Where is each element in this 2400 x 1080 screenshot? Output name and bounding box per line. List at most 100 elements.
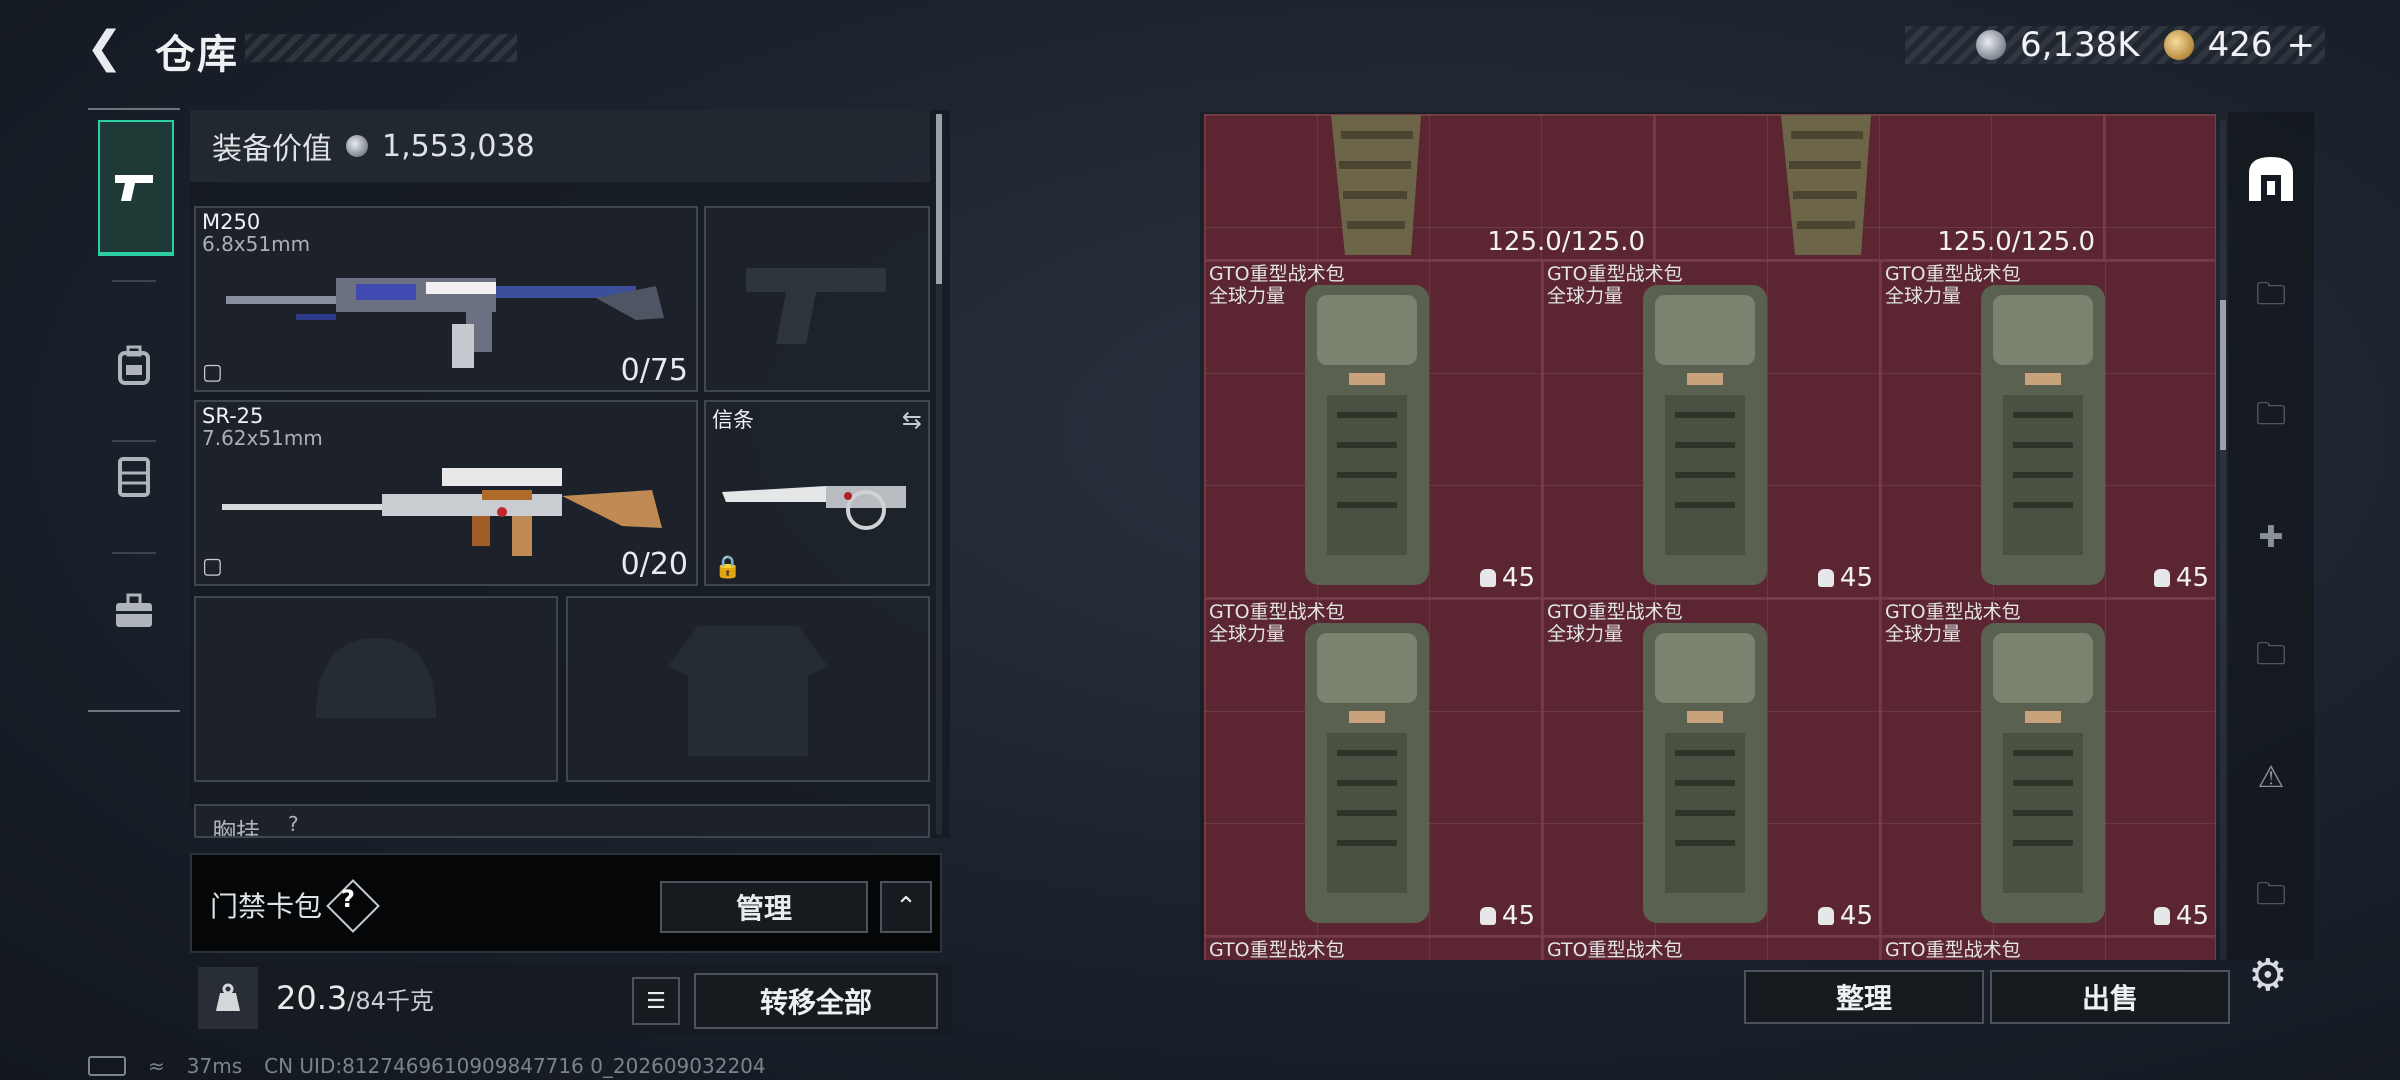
backpack-icon — [118, 345, 150, 385]
item-durability: 125.0/125.0 — [1487, 227, 1645, 257]
item-capacity: 45 — [1479, 901, 1535, 931]
capacity-icon — [1479, 907, 1496, 925]
tab-toolbox[interactable] — [98, 546, 170, 676]
storage-tabs: 🗀 🗀 ✚ 🗀 ⚠ 🗀 — [2228, 112, 2314, 960]
capacity-icon — [1817, 907, 1834, 925]
equipment-tabs — [88, 108, 180, 712]
equipment-value-bar: 装备价值 1,553,038 — [190, 110, 930, 182]
backpack-image — [1643, 623, 1767, 923]
m250-image — [226, 278, 664, 368]
gear-icon[interactable]: ⚙ — [2248, 952, 2296, 1000]
no-scope-icon: ▢ — [202, 554, 223, 579]
equipment-value: 1,553,038 — [382, 128, 535, 164]
storage-folder-iv-icon[interactable]: 🗀 — [2240, 270, 2302, 324]
sell-button[interactable]: 出售 — [1990, 970, 2230, 1024]
status-line: ≈ 37ms CN UID:8127469610909847716 0_2026… — [88, 1054, 766, 1078]
transfer-all-button[interactable]: 转移全部 — [694, 973, 938, 1029]
wifi-icon: ≈ — [148, 1054, 165, 1078]
page-title: 仓库 — [155, 32, 239, 78]
storage-item[interactable]: GTO重型战术包 全球力量 45 — [1204, 598, 1542, 936]
backpack-image — [1981, 623, 2105, 923]
keycard-bag-bar: 门禁卡包 ? 管理 ⌃ — [190, 853, 942, 953]
item-durability: 125.0/125.0 — [1937, 227, 2095, 257]
backpack-image — [1981, 285, 2105, 585]
weight-max: /84千克 — [347, 987, 434, 1015]
melee-slot[interactable]: 信条 ⇆ 🔒 — [704, 400, 930, 586]
silver-coin-icon — [1975, 30, 2006, 60]
ping: 37ms — [186, 1054, 243, 1078]
tab-weapons[interactable] — [98, 120, 174, 256]
item-capacity: 45 — [2153, 563, 2209, 593]
chevron-up-icon[interactable]: ⌃ — [880, 881, 932, 933]
uid: CN UID:8127469610909847716 0_20260903220… — [264, 1054, 766, 1078]
backpack-image — [1305, 623, 1429, 923]
storage-item[interactable]: GTO重型战术包 全球力量 45 — [1880, 260, 2216, 598]
pistol-icon — [115, 175, 153, 201]
storage-item-partial[interactable]: GTO重型战术包 — [1880, 936, 2216, 960]
item-capacity: 45 — [2153, 901, 2209, 931]
list-icon[interactable]: ☰ — [632, 977, 680, 1025]
tab-vest[interactable] — [98, 410, 170, 540]
keycard-bag-label: 门禁卡包 — [210, 890, 323, 923]
storage-folder-iv-icon[interactable]: 🗀 — [2240, 870, 2302, 924]
sidearm-slot-empty[interactable] — [704, 206, 930, 392]
storage-scrollbar[interactable] — [2220, 300, 2226, 450]
pistol-placeholder-icon — [746, 268, 886, 344]
secondary-weapon-slot[interactable]: SR-25 7.62x51mm ▢ 0/20 — [194, 400, 698, 586]
item-capacity: 45 — [1479, 563, 1535, 593]
lock-icon: 🔒 — [714, 555, 742, 580]
storage-item[interactable]: GTO重型战术包 全球力量 45 — [1880, 598, 2216, 936]
add-gold-button[interactable]: + — [2287, 25, 2316, 65]
storage-item-partial[interactable]: 125.0/125.0 — [1654, 114, 2104, 260]
storage-folder-iv-icon[interactable]: 🗀 — [2240, 390, 2302, 444]
storage-warning-icon[interactable]: ⚠ — [2240, 750, 2302, 804]
storage-item-partial[interactable]: 125.0/125.0 — [1204, 114, 1654, 260]
storage-item-partial[interactable]: GTO重型战术包 — [1542, 936, 1880, 960]
storage-grid[interactable]: 125.0/125.0 125.0/125.0 GTO重型战术包 全球力量 45 … — [1204, 114, 2216, 960]
weapon-name: M250 — [202, 210, 261, 234]
no-scope-icon: ▢ — [202, 360, 223, 385]
help-text: ? — [341, 885, 355, 913]
armor-placeholder-icon — [668, 626, 828, 756]
storage-item-partial[interactable]: GTO重型战术包 — [1204, 936, 1542, 960]
weapon-ammo: 0/75 — [620, 353, 688, 388]
backpack-image — [1305, 285, 1429, 585]
storage-item[interactable]: GTO重型战术包 全球力量 45 — [1542, 260, 1880, 598]
swap-icon[interactable]: ⇆ — [902, 406, 922, 434]
item-name: GTO重型战术包 — [1885, 939, 2021, 960]
primary-weapon-slot[interactable]: M250 6.8x51mm ▢ 0/75 — [194, 206, 698, 392]
storage-empty-cell[interactable] — [2104, 114, 2216, 260]
sr25-image — [222, 468, 662, 556]
back-icon[interactable]: ❮ — [86, 24, 130, 72]
storage-scroll-track[interactable] — [2220, 120, 2226, 960]
chest-rig-help: ? — [288, 812, 299, 836]
capacity-icon — [1479, 569, 1496, 587]
vest-icon — [118, 457, 150, 497]
silver-amount: 6,138K — [2019, 25, 2140, 65]
item-name: GTO重型战术包 — [1547, 939, 1683, 960]
capacity-icon — [1817, 569, 1834, 587]
armor-slot-empty[interactable] — [566, 596, 930, 782]
weight-icon — [198, 967, 258, 1029]
capacity-icon — [2153, 907, 2170, 925]
title-decoration — [245, 34, 517, 62]
equipment-panel: 装备价值 1,553,038 M250 6.8x51mm ▢ 0/75 SR-2… — [190, 110, 950, 838]
storage-item[interactable]: GTO重型战术包 全球力量 45 — [1204, 260, 1542, 598]
gold-amount: 426 — [2207, 25, 2273, 65]
storage-medkit-icon[interactable]: ✚ — [2240, 510, 2302, 564]
item-image — [1781, 115, 1871, 255]
battery-icon — [88, 1056, 126, 1076]
storage-item[interactable]: GTO重型战术包 全球力量 45 — [1542, 598, 1880, 936]
sort-button[interactable]: 整理 — [1744, 970, 1984, 1024]
manage-button[interactable]: 管理 — [660, 881, 868, 933]
currency-bar: 6,138K 426 + — [1905, 25, 2325, 65]
equipment-scrollbar[interactable] — [936, 114, 942, 284]
equipment-value-label: 装备价值 — [212, 132, 332, 167]
warehouse-icon[interactable] — [2240, 152, 2302, 206]
storage-folder-iv-icon[interactable]: 🗀 — [2240, 630, 2302, 684]
chest-rig-slot[interactable]: 胸挂 ? — [194, 804, 930, 838]
helmet-slot-empty[interactable] — [194, 596, 558, 782]
weapon-name: SR-25 — [202, 404, 264, 428]
backpack-image — [1643, 285, 1767, 585]
helmet-placeholder-icon — [316, 638, 436, 718]
